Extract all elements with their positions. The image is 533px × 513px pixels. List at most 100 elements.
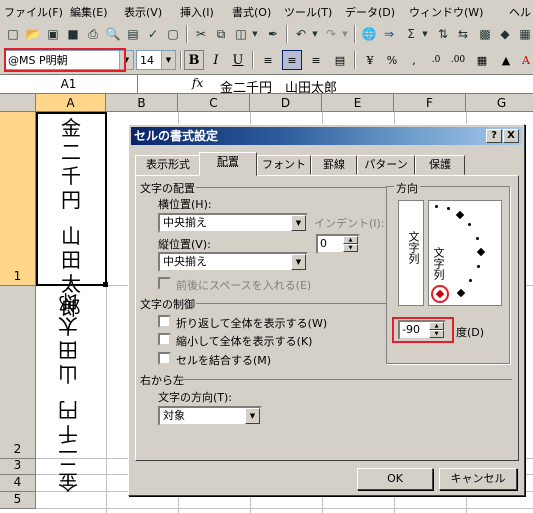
chevron-down-icon[interactable]: ▼ <box>245 408 260 424</box>
drawing-icon[interactable]: ◆ <box>496 25 514 43</box>
dialog-titlebar[interactable]: セルの書式設定 ? X <box>131 127 522 145</box>
new-icon[interactable]: □ <box>4 25 22 43</box>
function-icon[interactable]: fx <box>192 76 203 90</box>
tab-border[interactable]: 罫線 <box>311 155 357 175</box>
help-button[interactable]: ? <box>486 129 502 143</box>
menu-data[interactable]: データ(D) <box>345 4 395 20</box>
undo-dropdown-icon[interactable]: ▼ <box>310 25 320 43</box>
vertical-dropdown[interactable]: 中央揃え ▼ <box>158 252 308 272</box>
undo-icon[interactable]: ↶ <box>292 25 310 43</box>
shrink-checkbox[interactable] <box>158 333 171 346</box>
menu-view[interactable]: 表示(V) <box>124 4 162 20</box>
cut-icon[interactable]: ✂ <box>192 25 210 43</box>
increase-decimal-icon[interactable]: .0 <box>426 50 446 70</box>
row-header-1[interactable]: 1 <box>0 112 36 286</box>
chevron-down-icon[interactable]: ▼ <box>291 215 306 231</box>
borders-icon[interactable]: ▦ <box>472 50 492 70</box>
merge-center-icon[interactable]: ▤ <box>330 50 350 70</box>
save-icon[interactable]: ▣ <box>44 25 62 43</box>
column-header-d[interactable]: D <box>250 94 322 112</box>
fill-color-icon[interactable]: ▲ <box>496 50 516 70</box>
menu-help[interactable]: ヘル <box>509 4 531 20</box>
fill-handle[interactable] <box>103 282 108 287</box>
menu-insert[interactable]: 挿入(I) <box>180 4 214 20</box>
paste-icon[interactable]: ◫ <box>232 25 250 43</box>
spin-up-icon[interactable]: ▲ <box>343 236 358 244</box>
distribute-checkbox[interactable] <box>158 277 171 290</box>
open-icon[interactable]: 📂 <box>24 25 42 43</box>
ok-button[interactable]: OK <box>357 468 433 490</box>
vertical-text-box[interactable]: 文字列 <box>398 200 424 306</box>
sort-ascending-icon[interactable]: ⇅ <box>434 25 452 43</box>
menu-file[interactable]: ファイル(F) <box>4 4 63 20</box>
spin-down-icon[interactable]: ▼ <box>343 244 358 252</box>
column-header-b[interactable]: B <box>106 94 178 112</box>
copy-icon[interactable]: ⧉ <box>212 25 230 43</box>
row-header-4[interactable]: 4 <box>0 475 36 492</box>
row-header-2[interactable]: 2 <box>0 286 36 459</box>
align-right-icon[interactable]: ≡ <box>306 50 326 70</box>
close-button[interactable]: X <box>503 129 519 143</box>
toolbar-separator <box>252 51 254 69</box>
direction-dropdown[interactable]: 対象 ▼ <box>158 406 262 426</box>
percent-icon[interactable]: % <box>382 50 402 70</box>
autosum-icon[interactable]: Σ <box>402 25 420 43</box>
menu-tools[interactable]: ツール(T) <box>284 4 332 20</box>
align-center-icon[interactable]: ≡ <box>282 50 302 70</box>
tab-number[interactable]: 表示形式 <box>135 155 201 175</box>
column-header-c[interactable]: C <box>178 94 250 112</box>
chevron-down-icon[interactable]: ▼ <box>291 254 306 270</box>
tab-font[interactable]: フォント <box>257 155 311 175</box>
redo-dropdown-icon[interactable]: ▼ <box>340 25 350 43</box>
print-icon[interactable]: ⎙ <box>84 25 102 43</box>
rotated-text-sample: 文字列 <box>432 247 445 280</box>
underline-button[interactable]: U <box>228 50 248 70</box>
cancel-button[interactable]: キャンセル <box>439 468 517 490</box>
tab-protection[interactable]: 保護 <box>415 155 465 175</box>
font-size-combo[interactable]: 14 ▼ <box>136 50 176 70</box>
redo-icon[interactable]: ↷ <box>322 25 340 43</box>
row-header-3[interactable]: 3 <box>0 458 36 475</box>
orientation-dial[interactable]: 文字列 <box>428 200 502 306</box>
tab-alignment[interactable]: 配置 <box>199 152 257 176</box>
horizontal-dropdown[interactable]: 中央揃え ▼ <box>158 213 308 233</box>
paste-dropdown-icon[interactable]: ▼ <box>250 25 260 43</box>
menu-edit[interactable]: 編集(E) <box>70 4 108 20</box>
zoom-icon[interactable]: ▦ <box>516 25 533 43</box>
currency-icon[interactable]: ¥ <box>360 50 380 70</box>
column-header-g[interactable]: G <box>466 94 533 112</box>
reference-icon[interactable]: ▢ <box>164 25 182 43</box>
indent-value: 0 <box>320 237 327 250</box>
select-all-corner[interactable] <box>0 94 36 112</box>
font-color-icon[interactable]: A <box>516 50 533 70</box>
hyperlink-icon[interactable]: 🌐 <box>360 25 378 43</box>
send-icon[interactable]: ⇒ <box>380 25 398 43</box>
wrap-checkbox[interactable] <box>158 315 171 328</box>
italic-button[interactable]: I <box>206 50 226 70</box>
column-header-f[interactable]: F <box>394 94 466 112</box>
decrease-decimal-icon[interactable]: .00 <box>448 50 468 70</box>
indent-spinner[interactable]: 0 ▲ ▼ <box>316 234 360 254</box>
chart-wizard-icon[interactable]: ▩ <box>476 25 494 43</box>
spelling-icon[interactable]: ✓ <box>144 25 162 43</box>
chevron-down-icon[interactable]: ▼ <box>161 51 175 69</box>
permission-icon[interactable]: ■ <box>64 25 82 43</box>
research-icon[interactable]: ▤ <box>124 25 142 43</box>
print-preview-icon[interactable]: 🔍 <box>104 25 122 43</box>
align-left-icon[interactable]: ≡ <box>258 50 278 70</box>
column-header-a[interactable]: A <box>36 94 106 112</box>
autosum-dropdown-icon[interactable]: ▼ <box>420 25 430 43</box>
sort-descending-icon[interactable]: ⇆ <box>454 25 472 43</box>
bold-button[interactable]: B <box>184 50 204 70</box>
name-box[interactable]: A1 <box>0 75 138 93</box>
column-header-e[interactable]: E <box>322 94 394 112</box>
comma-icon[interactable]: , <box>404 50 424 70</box>
cell-a2-text[interactable]: 金 二 千 円 山 田 太 郎 <box>50 290 86 494</box>
menu-window[interactable]: ウィンドウ(W) <box>409 4 483 20</box>
format-painter-icon[interactable]: ✒ <box>264 25 282 43</box>
merge-checkbox[interactable] <box>158 352 171 365</box>
active-cell-a1[interactable]: 金 二 千 円 山 田 太 郎 <box>36 112 107 320</box>
menu-format[interactable]: 書式(O) <box>232 4 271 20</box>
row-header-5[interactable]: 5 <box>0 492 36 509</box>
tab-patterns[interactable]: パターン <box>357 155 415 175</box>
